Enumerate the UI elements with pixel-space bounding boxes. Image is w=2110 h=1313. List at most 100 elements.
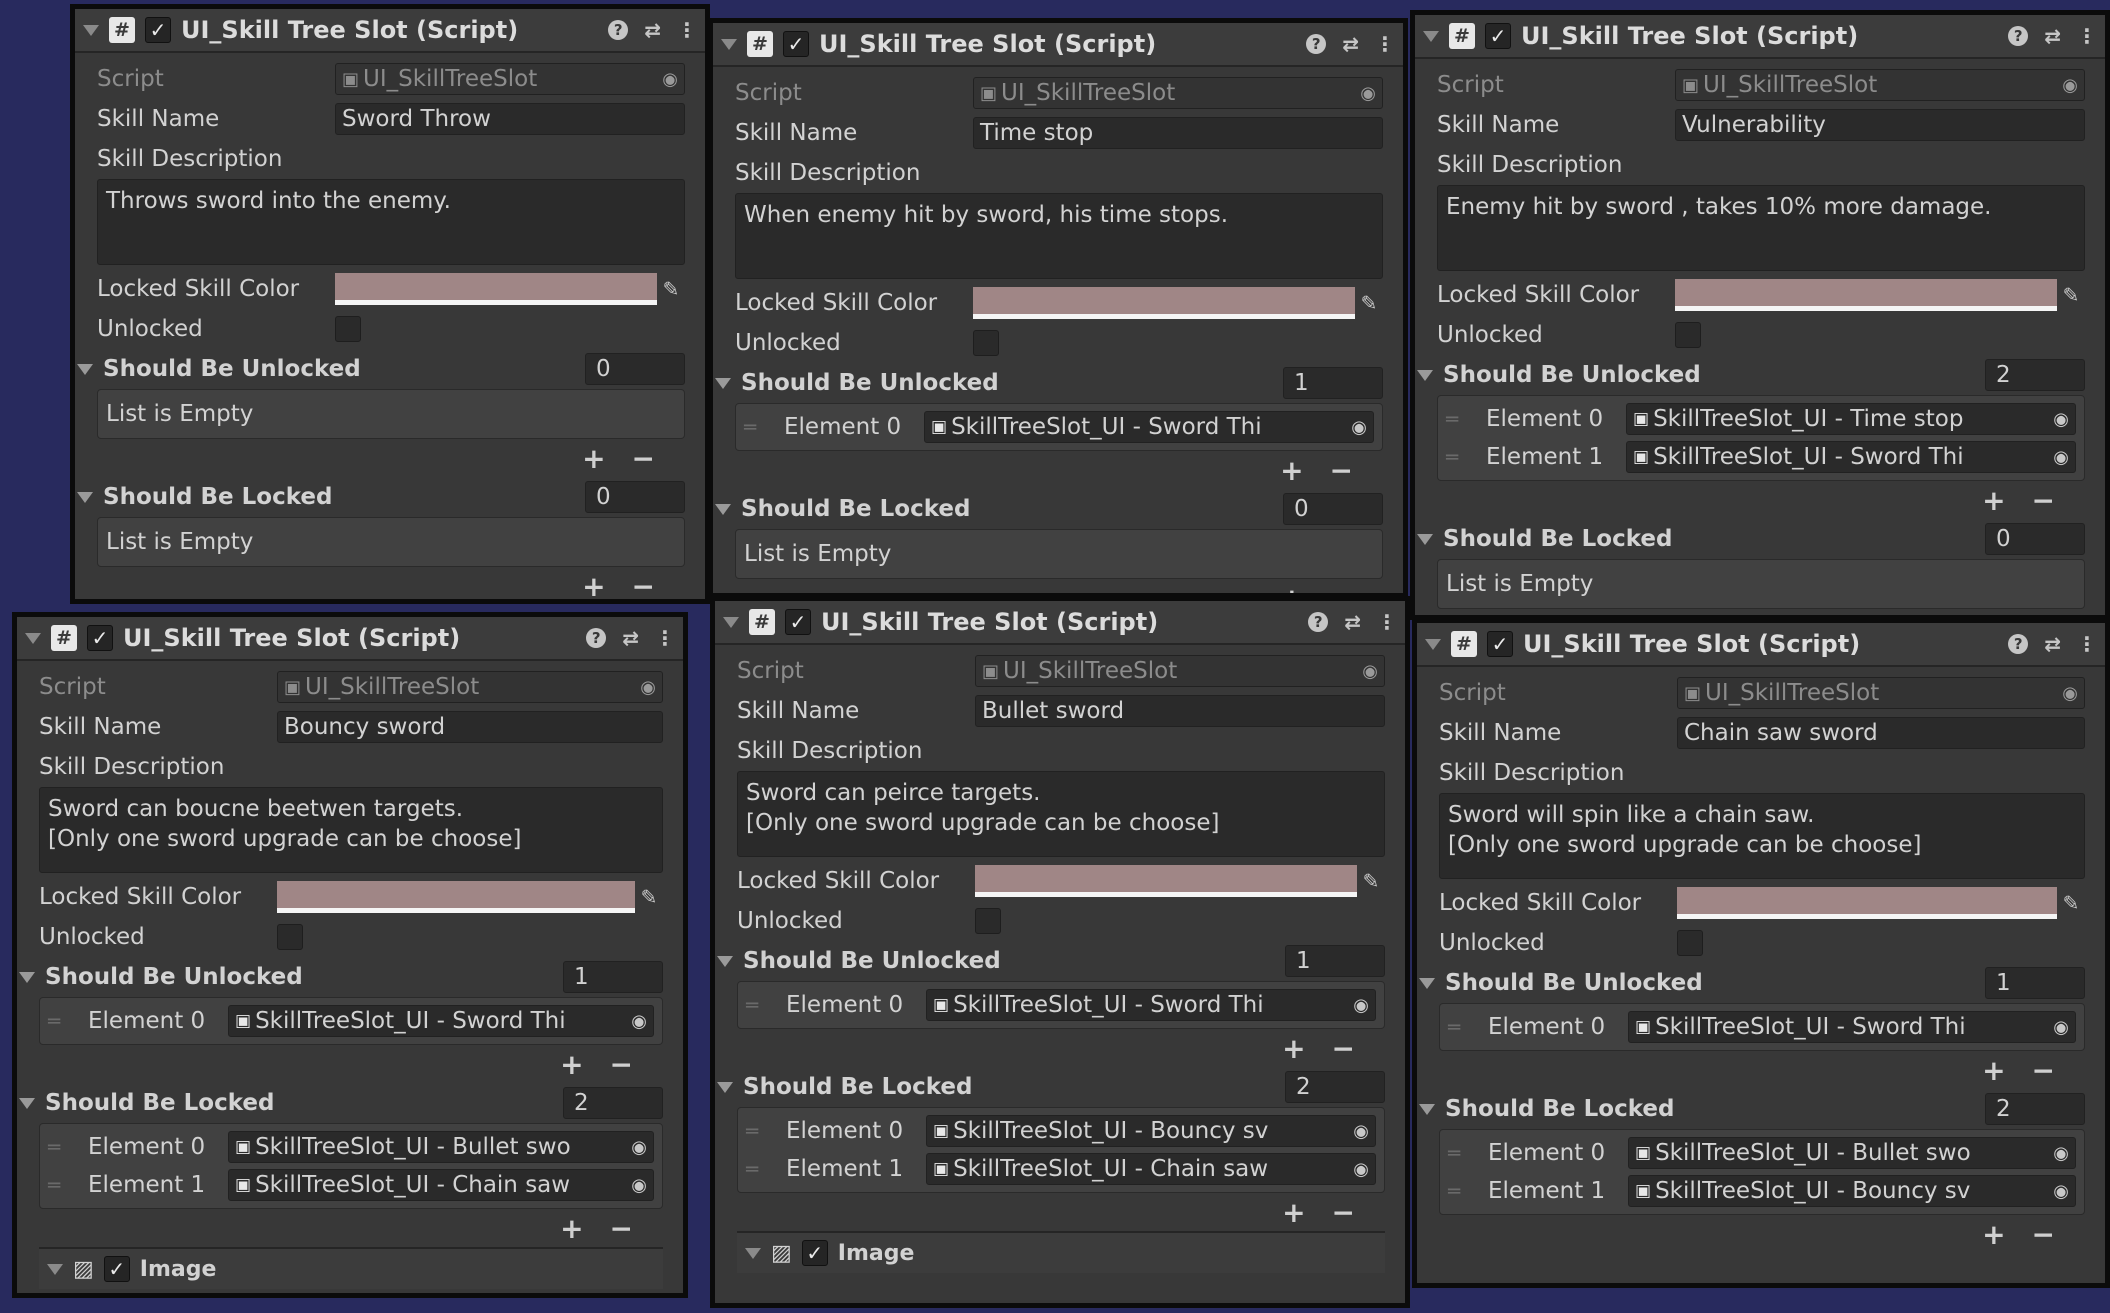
skill-description-textarea[interactable]: Enemy hit by sword , takes 10% more dama…	[1437, 185, 2085, 271]
list-element-row[interactable]: ═ Element 1 ▣ SkillTreeSlot_UI - Sword Thi ◉	[1446, 438, 2076, 476]
help-icon[interactable]: ?	[1308, 612, 1329, 632]
object-reference-field[interactable]: ▣ SkillTreeSlot_UI - Bullet swo ◉	[1628, 1137, 2076, 1169]
presets-icon[interactable]: ⇄	[644, 18, 661, 42]
skill-description-textarea[interactable]: Sword can boucne beetwen targets. [Only …	[39, 787, 663, 873]
object-reference-field[interactable]: ▣ SkillTreeSlot_UI - Bouncy sv ◉	[926, 1115, 1376, 1147]
add-element-button[interactable]: +	[582, 570, 605, 600]
should-be-locked-foldout[interactable]: Should Be Locked 0	[1417, 519, 2085, 559]
add-element-button[interactable]: +	[1982, 484, 2005, 517]
list-element-row[interactable]: ═ Element 1 ▣ SkillTreeSlot_UI - Chain saw ◉	[48, 1166, 654, 1204]
remove-element-button[interactable]: −	[1332, 1196, 1355, 1229]
eyedropper-icon[interactable]: ✎	[1357, 869, 1385, 893]
add-element-button[interactable]: +	[582, 442, 605, 475]
context-menu-icon[interactable]: ⋮	[2077, 24, 2097, 48]
add-element-button[interactable]: +	[1282, 1032, 1305, 1065]
remove-element-button[interactable]: −	[1332, 1032, 1355, 1065]
object-reference-field[interactable]: ▣ SkillTreeSlot_UI - Chain saw ◉	[228, 1169, 654, 1201]
skill-description-textarea[interactable]: Throws sword into the enemy.	[97, 179, 685, 265]
add-element-button[interactable]: +	[560, 1048, 583, 1081]
skill-name-input[interactable]: Bullet sword	[975, 695, 1385, 727]
object-picker-icon[interactable]: ◉	[2062, 75, 2078, 96]
eyedropper-icon[interactable]: ✎	[2057, 283, 2085, 307]
should-be-locked-foldout[interactable]: Should Be Locked 0	[715, 489, 1383, 529]
add-element-button[interactable]: +	[1982, 1054, 2005, 1087]
drag-handle-icon[interactable]: ═	[48, 1135, 88, 1159]
add-element-button[interactable]: +	[1282, 1196, 1305, 1229]
should-be-unlocked-foldout[interactable]: Should Be Unlocked 1	[19, 957, 663, 997]
component-header[interactable]: # ✓ UI_Skill Tree Slot (Script) ? ⇄ ⋮	[75, 9, 705, 53]
component-header[interactable]: # ✓ UI_Skill Tree Slot (Script) ? ⇄ ⋮	[17, 617, 683, 661]
skill-name-input[interactable]: Time stop	[973, 117, 1383, 149]
component-enabled-checkbox[interactable]: ✓	[1487, 631, 1513, 657]
list-size-input[interactable]: 0	[585, 481, 685, 513]
skill-name-input[interactable]: Vulnerability	[1675, 109, 2085, 141]
remove-element-button[interactable]: −	[2032, 484, 2055, 517]
component-header[interactable]: # ✓ UI_Skill Tree Slot (Script) ? ⇄ ⋮	[1415, 15, 2105, 59]
drag-handle-icon[interactable]: ═	[746, 1119, 786, 1143]
add-element-button[interactable]: +	[1982, 1218, 2005, 1251]
foldout-arrow-icon[interactable]	[723, 616, 739, 628]
list-element-row[interactable]: ═ Element 0 ▣ SkillTreeSlot_UI - Sword Thi ◉	[48, 1002, 654, 1040]
object-picker-icon[interactable]: ◉	[631, 1137, 647, 1158]
help-icon[interactable]: ?	[2008, 634, 2029, 654]
foldout-arrow-icon[interactable]	[717, 955, 733, 967]
help-icon[interactable]: ?	[608, 20, 629, 40]
presets-icon[interactable]: ⇄	[1342, 32, 1359, 56]
script-field[interactable]: ▣ UI_SkillTreeSlot ◉	[975, 655, 1385, 687]
locked-skill-color-swatch[interactable]	[1675, 279, 2057, 311]
list-element-row[interactable]: ═ Element 0 ▣ SkillTreeSlot_UI - Sword Thi ◉	[746, 986, 1376, 1024]
presets-icon[interactable]: ⇄	[2044, 24, 2061, 48]
drag-handle-icon[interactable]: ═	[48, 1173, 88, 1197]
locked-skill-color-swatch[interactable]	[335, 273, 657, 305]
unlocked-checkbox[interactable]	[335, 316, 361, 342]
component-enabled-checkbox[interactable]: ✓	[783, 31, 809, 57]
foldout-arrow-icon[interactable]	[715, 377, 731, 389]
object-reference-field[interactable]: ▣ SkillTreeSlot_UI - Sword Thi ◉	[1628, 1011, 2076, 1043]
skill-description-textarea[interactable]: When enemy hit by sword, his time stops.	[735, 193, 1383, 279]
unlocked-checkbox[interactable]	[975, 908, 1001, 934]
drag-handle-icon[interactable]: ═	[744, 415, 784, 439]
remove-element-button[interactable]: −	[632, 570, 655, 600]
remove-element-button[interactable]: −	[2032, 1054, 2055, 1087]
foldout-arrow-icon[interactable]	[745, 1247, 761, 1259]
list-size-input[interactable]: 0	[1985, 523, 2085, 555]
foldout-arrow-icon[interactable]	[19, 971, 35, 983]
unlocked-checkbox[interactable]	[1675, 322, 1701, 348]
list-size-input[interactable]: 1	[1285, 945, 1385, 977]
foldout-arrow-icon[interactable]	[77, 363, 93, 375]
locked-skill-color-swatch[interactable]	[1677, 887, 2057, 919]
should-be-unlocked-foldout[interactable]: Should Be Unlocked 1	[717, 941, 1385, 981]
drag-handle-icon[interactable]: ═	[1446, 407, 1486, 431]
eyedropper-icon[interactable]: ✎	[657, 277, 685, 301]
context-menu-icon[interactable]: ⋮	[2077, 632, 2097, 656]
presets-icon[interactable]: ⇄	[2044, 632, 2061, 656]
list-element-row[interactable]: ═ Element 0 ▣ SkillTreeSlot_UI - Time stop ◉	[1446, 400, 2076, 438]
component-enabled-checkbox[interactable]: ✓	[785, 609, 811, 635]
should-be-unlocked-foldout[interactable]: Should Be Unlocked 0	[77, 349, 685, 389]
object-picker-icon[interactable]: ◉	[2053, 447, 2069, 468]
foldout-arrow-icon[interactable]	[1417, 533, 1433, 545]
script-field[interactable]: ▣ UI_SkillTreeSlot ◉	[277, 671, 663, 703]
skill-name-input[interactable]: Chain saw sword	[1677, 717, 2085, 749]
foldout-arrow-icon[interactable]	[1423, 30, 1439, 42]
remove-element-button[interactable]: −	[610, 1212, 633, 1245]
eyedropper-icon[interactable]: ✎	[635, 885, 663, 909]
context-menu-icon[interactable]: ⋮	[677, 18, 697, 42]
component-enabled-checkbox[interactable]: ✓	[87, 625, 113, 651]
list-size-input[interactable]: 2	[1985, 359, 2085, 391]
object-reference-field[interactable]: ▣ SkillTreeSlot_UI - Bouncy sv ◉	[1628, 1175, 2076, 1207]
locked-skill-color-swatch[interactable]	[973, 287, 1355, 319]
add-element-button[interactable]: +	[1280, 454, 1303, 487]
foldout-arrow-icon[interactable]	[1425, 638, 1441, 650]
presets-icon[interactable]: ⇄	[622, 626, 639, 650]
list-size-input[interactable]: 1	[1283, 367, 1383, 399]
foldout-arrow-icon[interactable]	[25, 632, 41, 644]
presets-icon[interactable]: ⇄	[1344, 610, 1361, 634]
component-header[interactable]: # ✓ UI_Skill Tree Slot (Script) ? ⇄ ⋮	[1417, 623, 2105, 667]
skill-name-input[interactable]: Bouncy sword	[277, 711, 663, 743]
should-be-unlocked-foldout[interactable]: Should Be Unlocked 1	[715, 363, 1383, 403]
drag-handle-icon[interactable]: ═	[746, 1157, 786, 1181]
context-menu-icon[interactable]: ⋮	[1375, 32, 1395, 56]
list-element-row[interactable]: ═ Element 0 ▣ SkillTreeSlot_UI - Bullet swo…	[1448, 1134, 2076, 1172]
object-picker-icon[interactable]: ◉	[1353, 995, 1369, 1016]
